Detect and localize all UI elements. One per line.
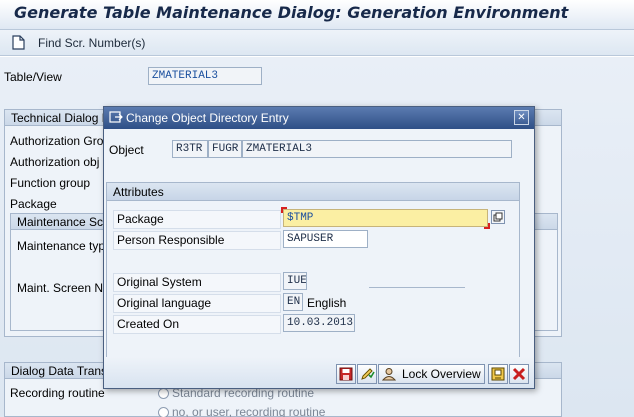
package-input-corner-tl [281, 207, 287, 213]
dialog-title: Change Object Directory Entry [126, 111, 289, 125]
dlg-package-label: Package [117, 212, 164, 226]
table-view-label: Table/View [4, 70, 62, 84]
object-type-field[interactable]: FUGR [208, 140, 242, 158]
created-on-label: Created On [117, 317, 180, 331]
dialog-window-icon [109, 111, 123, 123]
close-icon: ✕ [517, 112, 526, 123]
object-name-field[interactable]: ZMATERIAL3 [242, 140, 512, 158]
dialog-footer: Lock Overview [104, 357, 534, 388]
edit-button[interactable] [357, 364, 377, 384]
created-on-field[interactable]: 10.03.2013 [283, 314, 355, 332]
find-screen-numbers-button[interactable]: Find Scr. Number(s) [38, 36, 145, 50]
change-object-directory-dialog: Change Object Directory Entry ✕ Object R… [103, 106, 535, 389]
dialog-body: Object R3TR FUGR ZMATERIAL3 Attributes P… [104, 129, 534, 388]
toolbar: Find Scr. Number(s) [0, 30, 634, 56]
transport-icon [491, 367, 505, 381]
original-language-field[interactable]: EN [283, 293, 303, 311]
dialog-title-bar: Change Object Directory Entry ✕ [104, 107, 534, 129]
attributes-title: Attributes [107, 183, 519, 201]
recording-routine-label: Recording routine [10, 386, 105, 400]
table-view-field[interactable]: ZMATERIAL3 [148, 67, 262, 85]
app-title-bar: Generate Table Maintenance Dialog: Gener… [0, 0, 634, 30]
original-system-description-line [369, 287, 465, 288]
new-document-icon[interactable] [12, 35, 25, 50]
package-input[interactable]: $TMP [283, 209, 488, 227]
lock-overview-label: Lock Overview [402, 367, 481, 381]
attributes-group: Attributes Package $TMP Person Responsib… [106, 182, 520, 362]
lock-overview-button[interactable]: Lock Overview [378, 364, 485, 384]
original-language-name: English [307, 296, 347, 310]
person-responsible-input[interactable]: SAPUSER [283, 230, 368, 248]
object-pgmid-field[interactable]: R3TR [172, 140, 208, 158]
package-input-corner-br [484, 223, 490, 229]
cancel-button[interactable] [509, 364, 529, 384]
save-icon [339, 367, 353, 381]
radio-no-user[interactable] [158, 407, 169, 417]
radio-standard[interactable] [158, 388, 169, 399]
object-label: Object [109, 143, 144, 157]
transport-button[interactable] [488, 364, 508, 384]
radio-no-user-label: no, or user, recording routine [172, 405, 326, 417]
original-system-label: Original System [117, 275, 202, 289]
authorization-group-label: Authorization Gro [10, 134, 104, 148]
maint-screen-no-label: Maint. Screen N [17, 281, 104, 295]
original-system-field[interactable]: IUE [283, 272, 307, 290]
dialog-close-button[interactable]: ✕ [514, 110, 529, 125]
function-group-label: Function group [10, 176, 91, 190]
page-title: Generate Table Maintenance Dialog: Gener… [14, 3, 569, 22]
authorization-object-label: Authorization obj [10, 155, 100, 169]
value-help-icon[interactable] [491, 210, 505, 224]
cancel-icon [512, 367, 526, 381]
save-button[interactable] [336, 364, 356, 384]
pencil-icon [361, 368, 375, 380]
maintenance-type-label: Maintenance typ [17, 239, 106, 253]
package-label: Package [10, 197, 57, 211]
person-responsible-label: Person Responsible [117, 233, 225, 247]
original-language-label: Original language [117, 296, 212, 310]
user-icon [381, 368, 397, 381]
